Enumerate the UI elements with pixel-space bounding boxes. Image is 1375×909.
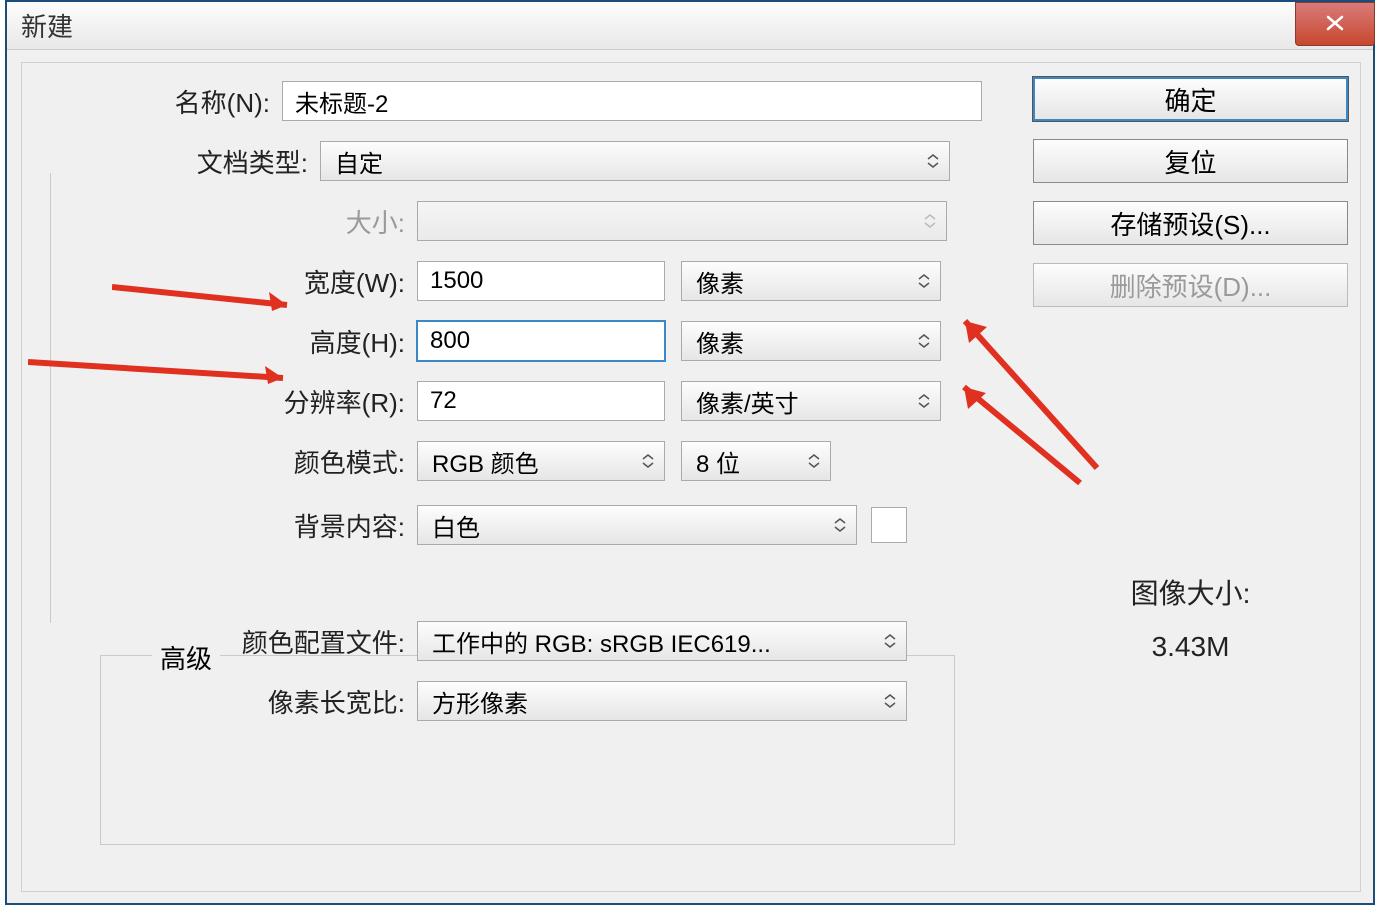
colorprofile-select[interactable]: 工作中的 RGB: sRGB IEC619... [417,621,907,661]
colormode-label: 颜色模式: [22,443,417,480]
window-title: 新建 [21,7,73,44]
main-form: 名称(N): 文档类型: 自定 大小: [22,63,1007,741]
resolution-unit-value: 像素/英寸 [696,384,799,419]
colormode-value: RGB 颜色 [432,444,539,479]
resolution-label: 分辨率(R): [22,383,417,420]
resolution-unit-select[interactable]: 像素/英寸 [681,381,941,421]
doctype-label: 文档类型: [22,143,320,180]
pixelaspect-value: 方形像素 [432,684,528,719]
close-icon [1325,11,1345,37]
width-unit-select[interactable]: 像素 [681,261,941,301]
chevron-updown-icon [834,518,850,532]
background-value: 白色 [432,508,480,543]
chevron-updown-icon [808,454,824,468]
name-label: 名称(N): [22,83,282,120]
dialog-body: 名称(N): 文档类型: 自定 大小: [21,62,1361,892]
colordepth-select[interactable]: 8 位 [681,441,831,481]
ok-button[interactable]: 确定 [1033,77,1348,121]
width-label: 宽度(W): [22,263,417,300]
chevron-updown-icon [918,394,934,408]
pixelaspect-label: 像素长宽比: [22,683,417,720]
advanced-legend: 高级 [152,639,220,676]
button-column: 确定 复位 存储预设(S)... 删除预设(D)... 图像大小: 3.43M [1033,77,1348,673]
image-size-value: 3.43M [1033,620,1348,673]
width-input[interactable] [417,261,665,301]
chevron-updown-icon [927,154,943,168]
close-button[interactable] [1295,2,1375,46]
chevron-updown-icon [884,634,900,648]
image-size-info: 图像大小: 3.43M [1033,567,1348,673]
colorprofile-value: 工作中的 RGB: sRGB IEC619... [432,624,771,659]
size-select [417,201,947,241]
background-select[interactable]: 白色 [417,505,857,545]
chevron-updown-icon [918,274,934,288]
height-label: 高度(H): [22,323,417,360]
resolution-input[interactable] [417,381,665,421]
chevron-updown-icon [884,694,900,708]
pixelaspect-select[interactable]: 方形像素 [417,681,907,721]
chevron-updown-icon [924,214,940,228]
colordepth-value: 8 位 [696,444,740,479]
height-unit-select[interactable]: 像素 [681,321,941,361]
size-label: 大小: [22,203,417,240]
background-label: 背景内容: [22,507,417,544]
background-color-swatch[interactable] [871,507,907,543]
reset-button[interactable]: 复位 [1033,139,1348,183]
width-unit-value: 像素 [696,264,744,299]
height-unit-value: 像素 [696,324,744,359]
titlebar: 新建 [7,2,1373,50]
name-input[interactable] [282,81,982,121]
chevron-updown-icon [918,334,934,348]
save-preset-button[interactable]: 存储预设(S)... [1033,201,1348,245]
delete-preset-button: 删除预设(D)... [1033,263,1348,307]
doctype-value: 自定 [335,144,383,179]
colormode-select[interactable]: RGB 颜色 [417,441,665,481]
height-input[interactable] [417,321,665,361]
new-document-dialog: 新建 名称(N): 文档类型: 自定 [5,0,1375,905]
doctype-select[interactable]: 自定 [320,141,950,181]
chevron-updown-icon [642,454,658,468]
image-size-label: 图像大小: [1033,567,1348,620]
